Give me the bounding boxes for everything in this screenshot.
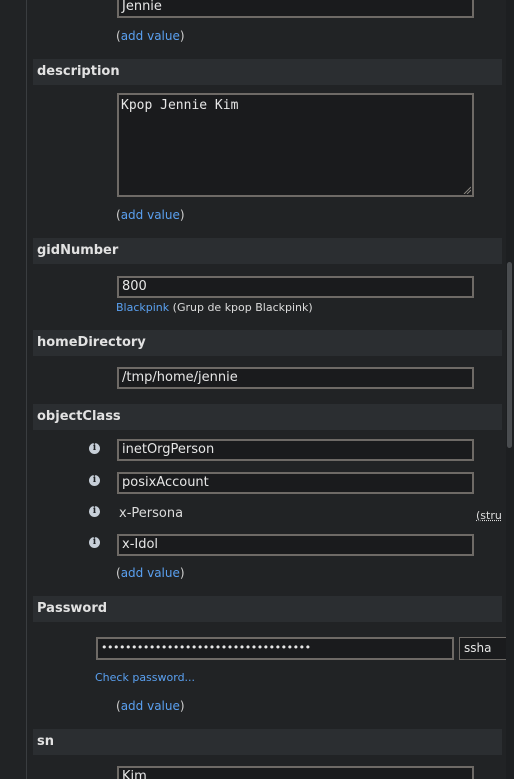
resize-grip-icon[interactable] (463, 186, 471, 194)
homedirectory-header: homeDirectory (33, 330, 502, 356)
objectclass-input-1[interactable]: inetOrgPerson (117, 439, 474, 461)
description-textarea[interactable]: Kpop Jennie Kim (117, 93, 474, 197)
add-value-link[interactable]: add value (121, 699, 180, 713)
sn-header: sn (33, 729, 502, 755)
check-password-link[interactable]: Check password... (95, 671, 195, 684)
givenname-add-value[interactable]: (add value) (116, 29, 185, 43)
password-add-value[interactable]: (add value) (116, 699, 185, 713)
description-value: Kpop Jennie Kim (121, 98, 239, 113)
password-header: Password (33, 596, 502, 622)
objectclass-structural-value: x-Persona (119, 506, 184, 521)
info-icon[interactable]: i (89, 475, 100, 486)
structural-hint: (stru (476, 509, 502, 522)
group-description: (Grup de kpop Blackpink) (172, 301, 313, 314)
gidnumber-header: gidNumber (33, 238, 502, 264)
objectclass-add-value[interactable]: (add value) (116, 566, 185, 580)
givenname-input[interactable]: Jennie (117, 0, 474, 18)
gidnumber-input[interactable]: 800 (117, 276, 474, 298)
add-value-link[interactable]: add value (121, 29, 180, 43)
add-value-link[interactable]: add value (121, 208, 180, 222)
info-icon[interactable]: i (89, 443, 100, 454)
password-input[interactable]: ••••••••••••••••••••••••••••••••••• (96, 637, 454, 660)
objectclass-input-2[interactable]: posixAccount (117, 472, 474, 494)
description-add-value[interactable]: (add value) (116, 208, 185, 222)
sn-input[interactable]: Kim (117, 766, 474, 779)
objectclass-input-4[interactable]: x-Idol (117, 534, 474, 556)
description-header: description (33, 59, 502, 85)
info-icon[interactable]: i (89, 537, 100, 548)
objectclass-header: objectClass (33, 404, 502, 430)
ldap-entry-editor: Jennie (add value) description Kpop Jenn… (0, 0, 514, 779)
group-link[interactable]: Blackpink (116, 301, 169, 314)
scrollbar-thumb[interactable] (507, 262, 512, 448)
add-value-link[interactable]: add value (121, 566, 180, 580)
info-icon[interactable]: i (89, 506, 100, 517)
left-border (26, 0, 27, 779)
homedirectory-input[interactable]: /tmp/home/jennie (117, 367, 474, 389)
gidnumber-group-info: Blackpink (Grup de kpop Blackpink) (116, 301, 313, 314)
